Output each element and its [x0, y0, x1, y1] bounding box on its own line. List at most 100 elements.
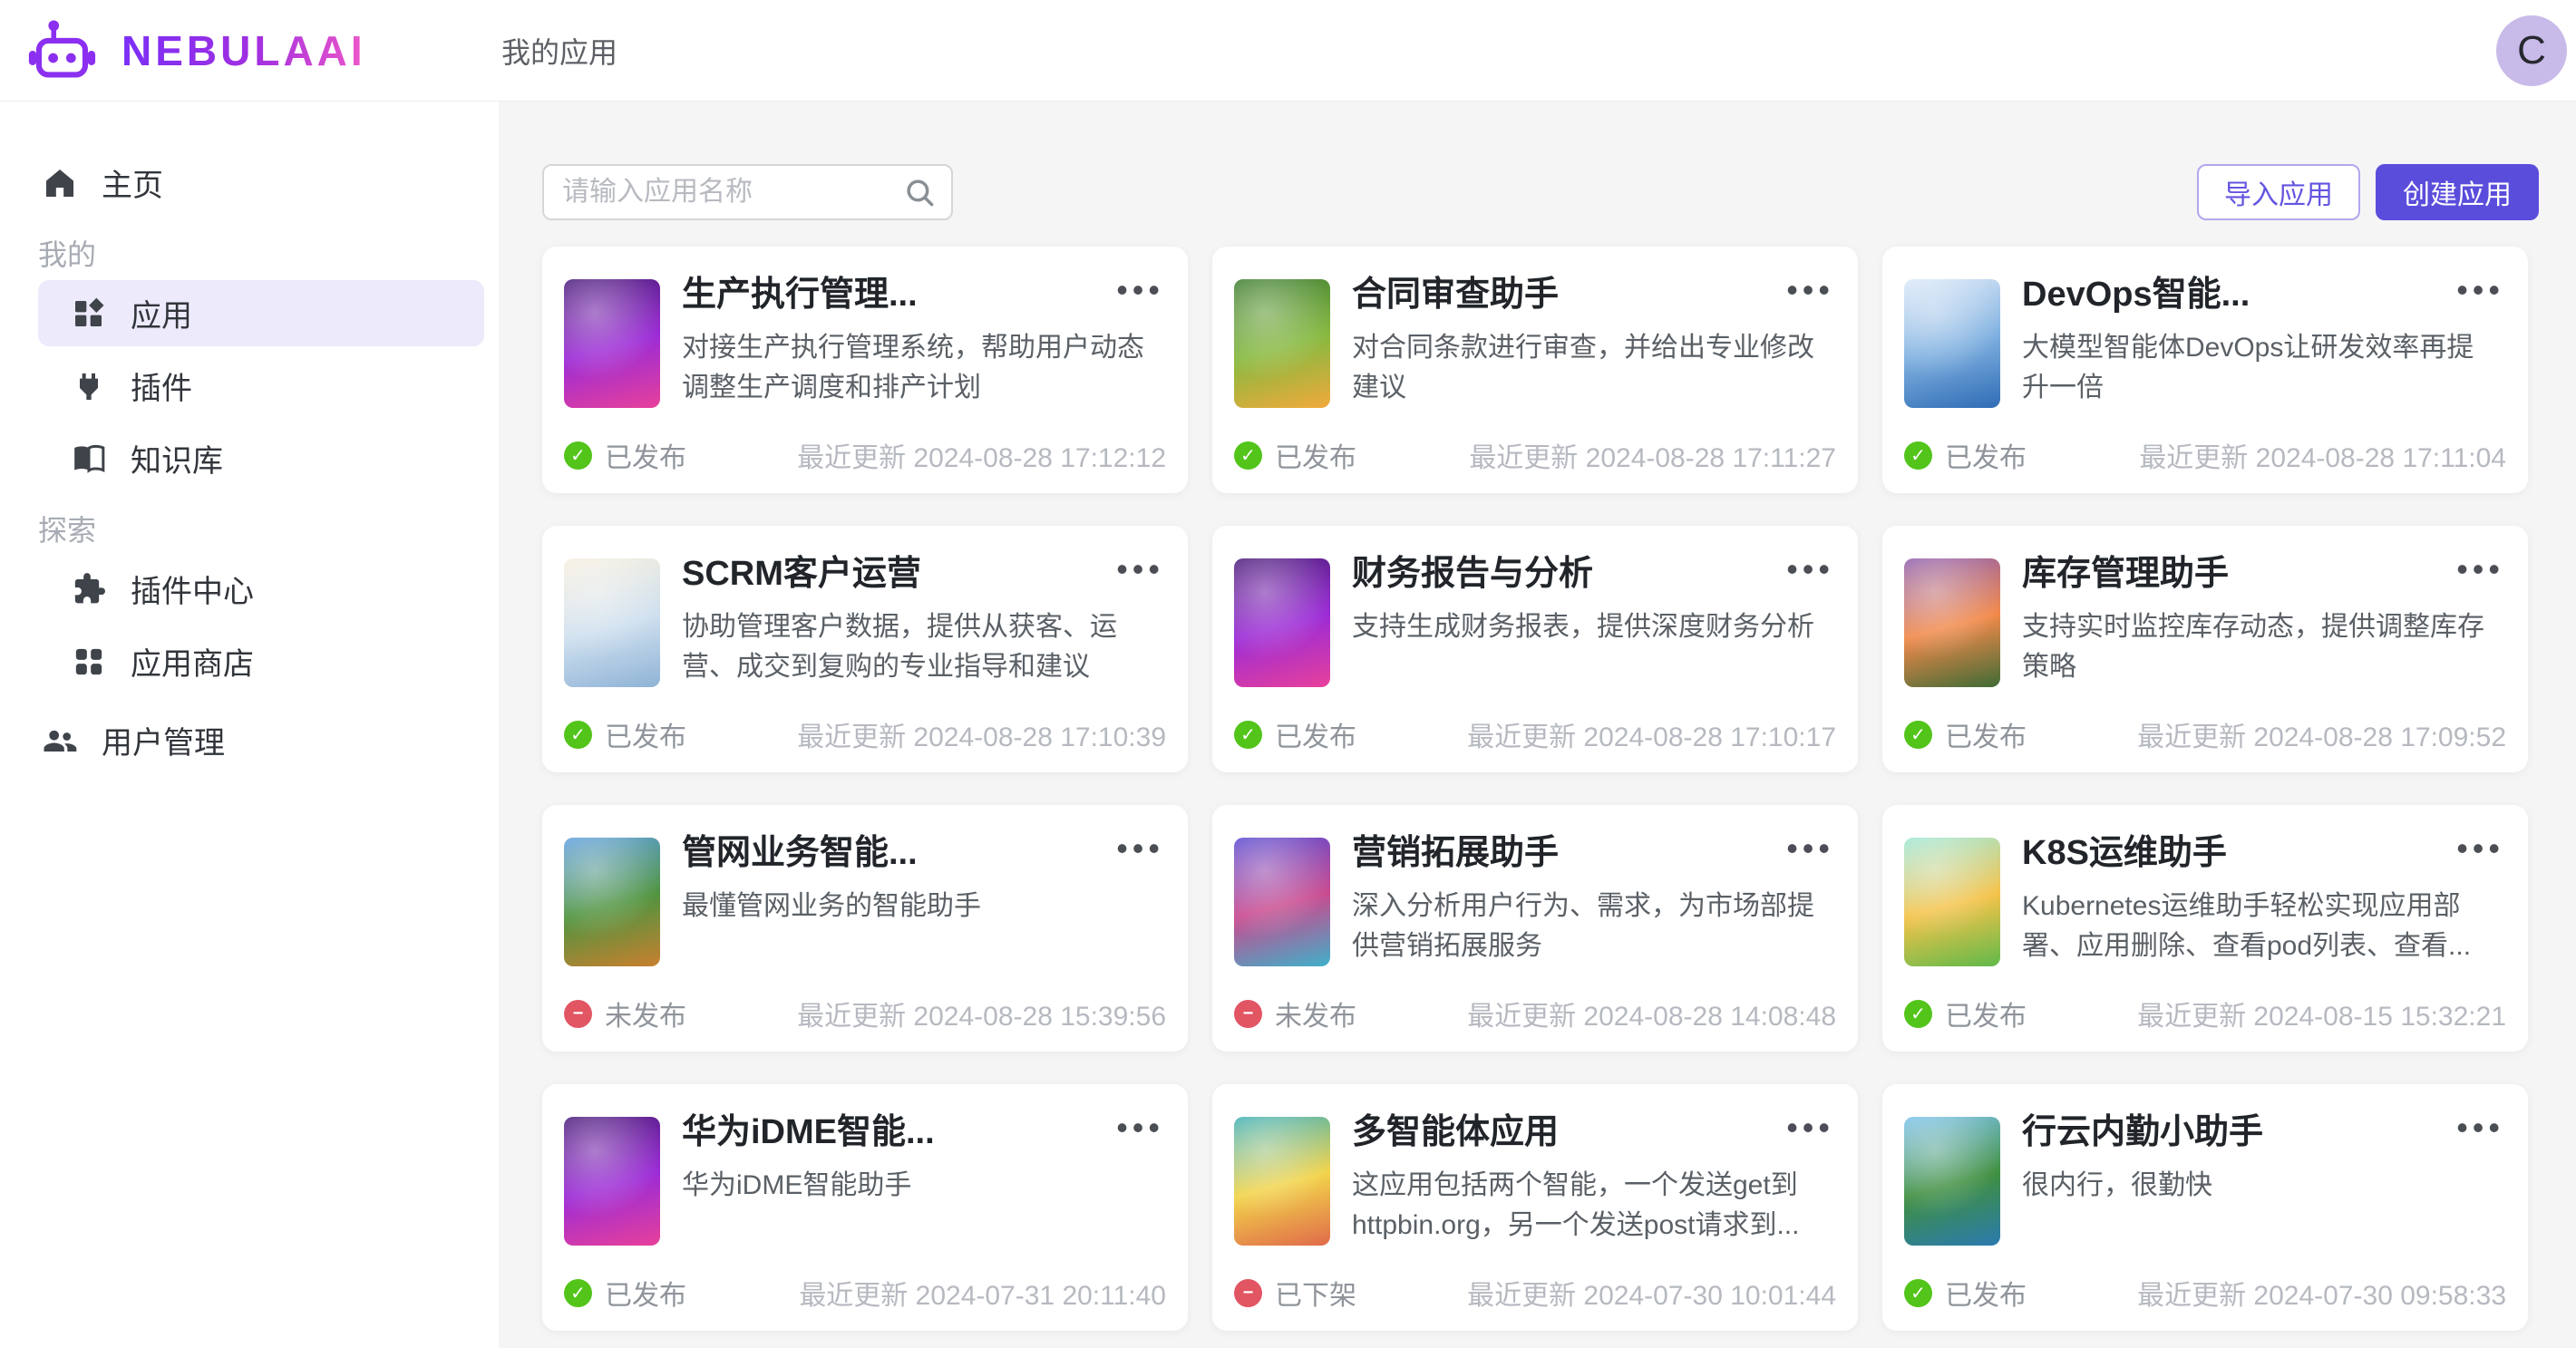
- app-card[interactable]: DevOps智能... 大模型智能体DevOps让研发效率再提升一倍 ••• ✓…: [1882, 247, 2528, 493]
- sidebar-item-user-management[interactable]: 用户管理: [0, 707, 499, 773]
- app-store-grid-icon: [71, 644, 107, 680]
- status-icon: −: [1234, 1279, 1262, 1307]
- status-icon: ✓: [1904, 721, 1932, 749]
- app-card-grid: 生产执行管理... 对接生产执行管理系统，帮助用户动态调整生产调度和排产计划 •…: [542, 247, 2539, 1331]
- app-title: DevOps智能...: [2022, 272, 2434, 317]
- app-description: 这应用包括两个智能，一个发送get到httpbin.org，另一个发送post请…: [1352, 1166, 1820, 1246]
- status-icon: ✓: [1234, 721, 1262, 749]
- more-menu-button[interactable]: •••: [2456, 1111, 2504, 1144]
- sidebar-item-app-store[interactable]: 应用商店: [38, 628, 484, 694]
- sidebar-item-apps[interactable]: 应用: [38, 280, 484, 346]
- app-description: 很内行，很勤快: [2022, 1166, 2490, 1206]
- updated-timestamp: 最近更新 2024-08-28 14:08:48: [1467, 994, 1836, 1033]
- more-menu-button[interactable]: •••: [1116, 553, 1164, 586]
- updated-timestamp: 最近更新 2024-07-30 09:58:33: [2137, 1273, 2506, 1313]
- more-menu-button[interactable]: •••: [1116, 274, 1164, 306]
- sidebar-item-label: 用户管理: [102, 718, 225, 762]
- status-icon: ✓: [564, 441, 592, 470]
- app-card[interactable]: 华为iDME智能... 华为iDME智能助手 ••• ✓已发布 最近更新 202…: [542, 1084, 1188, 1331]
- app-card[interactable]: 管网业务智能... 最懂管网业务的智能助手 ••• −未发布 最近更新 2024…: [542, 805, 1188, 1052]
- status-icon: ✓: [564, 721, 592, 749]
- app-thumbnail: [1904, 838, 2000, 966]
- status-label: 已发布: [1945, 714, 2027, 754]
- search-input[interactable]: [562, 177, 902, 208]
- search-icon[interactable]: [902, 175, 937, 209]
- app-thumbnail: [564, 838, 660, 966]
- sidebar-item-knowledge[interactable]: 知识库: [38, 425, 484, 491]
- status-label: 已发布: [605, 714, 686, 754]
- app-card[interactable]: 库存管理助手 支持实时监控库存动态，提供调整库存策略 ••• ✓已发布 最近更新…: [1882, 526, 2528, 772]
- status-icon: ✓: [1904, 1279, 1932, 1307]
- import-app-button[interactable]: 导入应用: [2197, 164, 2360, 220]
- app-card[interactable]: 营销拓展助手 深入分析用户行为、需求，为市场部提供营销拓展服务 ••• −未发布…: [1212, 805, 1858, 1052]
- app-card[interactable]: 财务报告与分析 支持生成财务报表，提供深度财务分析 ••• ✓已发布 最近更新 …: [1212, 526, 1858, 772]
- app-description: Kubernetes运维助手轻松实现应用部署、应用删除、查看pod列表、查看..…: [2022, 887, 2490, 966]
- updated-timestamp: 最近更新 2024-07-31 20:11:40: [799, 1273, 1166, 1313]
- status-icon: −: [564, 1000, 592, 1028]
- app-thumbnail: [564, 558, 660, 687]
- app-thumbnail: [1904, 558, 2000, 687]
- app-description: 华为iDME智能助手: [682, 1166, 1150, 1206]
- app-title: K8S运维助手: [2022, 830, 2434, 876]
- top-navbar: NEBULAAI 我的应用 C: [0, 0, 2576, 102]
- sidebar-item-label: 插件: [131, 364, 192, 408]
- app-title: 多智能体应用: [1352, 1110, 1764, 1155]
- app-description: 最懂管网业务的智能助手: [682, 887, 1150, 926]
- page-title: 我的应用: [501, 0, 617, 102]
- create-app-button[interactable]: 创建应用: [2376, 164, 2539, 220]
- app-card[interactable]: 行云内勤小助手 很内行，很勤快 ••• ✓已发布 最近更新 2024-07-30…: [1882, 1084, 2528, 1331]
- more-menu-button[interactable]: •••: [1786, 274, 1834, 306]
- card-footer: ✓已发布 最近更新 2024-08-28 17:09:52: [1904, 714, 2506, 754]
- card-footer: ✓已发布 最近更新 2024-08-28 17:12:12: [564, 435, 1166, 475]
- user-avatar[interactable]: C: [2496, 15, 2567, 86]
- status-label: 已下架: [1275, 1273, 1356, 1313]
- status-label: 未发布: [1275, 994, 1356, 1033]
- app-title: 营销拓展助手: [1352, 830, 1764, 876]
- more-menu-button[interactable]: •••: [2456, 274, 2504, 306]
- app-thumbnail: [1234, 838, 1330, 966]
- brand-logo[interactable]: NEBULAAI: [27, 0, 366, 102]
- apps-icon: [71, 296, 107, 332]
- search-box[interactable]: [542, 164, 953, 220]
- more-menu-button[interactable]: •••: [2456, 553, 2504, 586]
- more-menu-button[interactable]: •••: [1786, 1111, 1834, 1144]
- app-description: 深入分析用户行为、需求，为市场部提供营销拓展服务: [1352, 887, 1820, 966]
- card-footer: ✓ 已发布 最近更新 2024-08-15 15:32:21: [1904, 994, 2506, 1033]
- updated-timestamp: 最近更新 2024-07-30 10:01:44: [1467, 1273, 1836, 1313]
- sidebar-section-explore: 探索: [0, 508, 499, 549]
- status-icon: −: [1234, 1000, 1262, 1028]
- status-label: 已发布: [1945, 994, 2027, 1033]
- app-title: 财务报告与分析: [1352, 551, 1764, 596]
- app-card[interactable]: 生产执行管理... 对接生产执行管理系统，帮助用户动态调整生产调度和排产计划 •…: [542, 247, 1188, 493]
- app-thumbnail: [1234, 1117, 1330, 1246]
- app-card[interactable]: 合同审查助手 对合同条款进行审查，并给出专业修改建议 ••• ✓已发布 最近更新…: [1212, 247, 1858, 493]
- more-menu-button[interactable]: •••: [1786, 832, 1834, 865]
- card-footer: −未发布 最近更新 2024-08-28 14:08:48: [1234, 994, 1836, 1033]
- card-footer: ✓已发布 最近更新 2024-08-28 17:10:17: [1234, 714, 1836, 754]
- sidebar-item-plugin-center[interactable]: 插件中心: [38, 556, 484, 622]
- more-menu-button[interactable]: •••: [1786, 553, 1834, 586]
- sidebar-item-home[interactable]: 主页: [0, 150, 499, 216]
- app-description: 支持实时监控库存动态，提供调整库存策略: [2022, 607, 2490, 687]
- more-menu-button[interactable]: •••: [1116, 1111, 1164, 1144]
- app-card[interactable]: SCRM客户运营 协助管理客户数据，提供从获客、运营、成交到复购的专业指导和建议…: [542, 526, 1188, 772]
- status-label: 已发布: [1945, 1273, 2027, 1313]
- more-menu-button[interactable]: •••: [2456, 832, 2504, 865]
- robot-logo-icon: [27, 17, 100, 84]
- sidebar-item-plugins[interactable]: 插件: [38, 353, 484, 419]
- app-card[interactable]: K8S运维助手 Kubernetes运维助手轻松实现应用部署、应用删除、查看po…: [1882, 805, 2528, 1052]
- main-content: 导入应用 创建应用 生产执行管理... 对接生产执行管理系统，帮助用户动态调整生…: [499, 102, 2576, 1348]
- updated-timestamp: 最近更新 2024-08-15 15:32:21: [2137, 994, 2506, 1033]
- app-title: 管网业务智能...: [682, 830, 1094, 876]
- app-thumbnail: [1904, 279, 2000, 408]
- sidebar-item-label: 知识库: [131, 436, 223, 480]
- more-menu-button[interactable]: •••: [1116, 832, 1164, 865]
- card-footer: ✓已发布 最近更新 2024-08-28 17:11:04: [1904, 435, 2506, 475]
- updated-timestamp: 最近更新 2024-08-28 17:10:39: [797, 714, 1166, 754]
- app-description: 对合同条款进行审查，并给出专业修改建议: [1352, 328, 1820, 408]
- updated-timestamp: 最近更新 2024-08-28 17:11:27: [1469, 435, 1836, 475]
- status-icon: ✓: [1904, 1000, 1932, 1028]
- app-card[interactable]: 多智能体应用 这应用包括两个智能，一个发送get到httpbin.org，另一个…: [1212, 1084, 1858, 1331]
- app-thumbnail: [1234, 558, 1330, 687]
- app-title: 库存管理助手: [2022, 551, 2434, 596]
